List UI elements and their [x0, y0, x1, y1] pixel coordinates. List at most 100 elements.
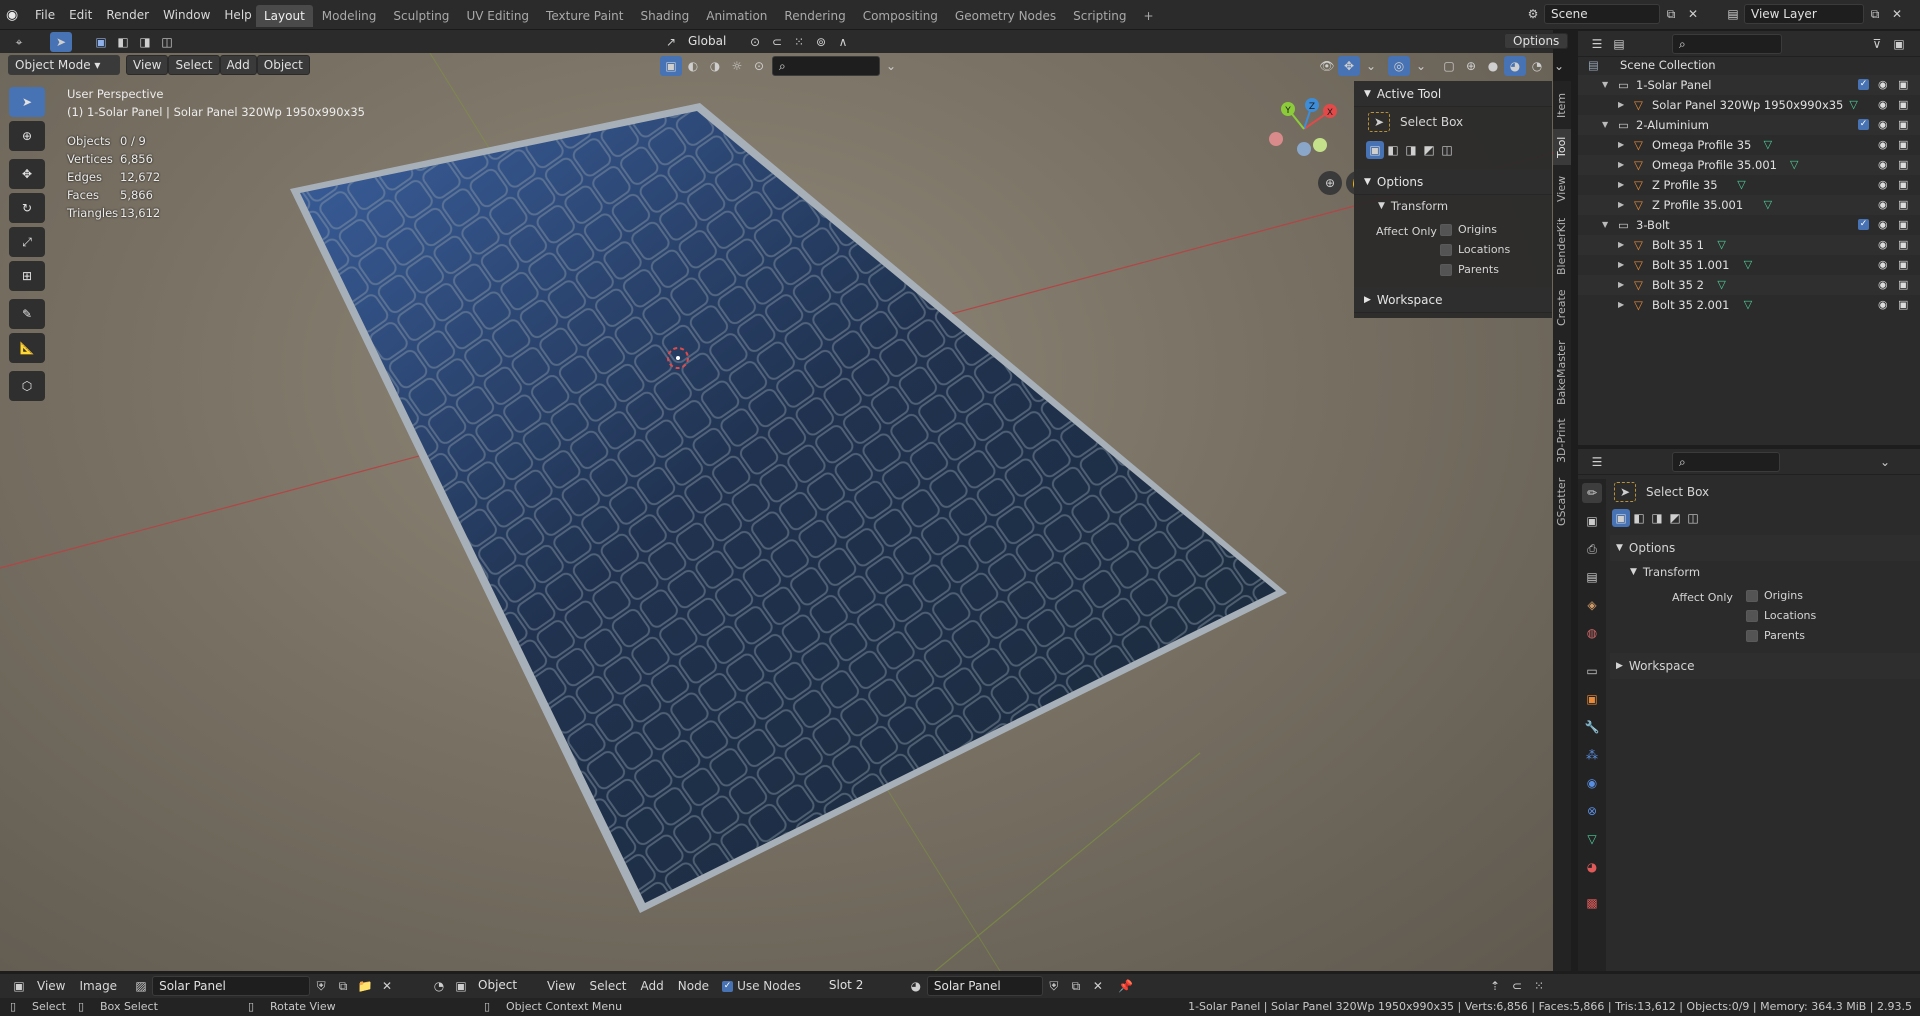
tab-gscatter[interactable]: GScatter	[1553, 473, 1571, 531]
mode-intersect-icon[interactable]: ◫	[1438, 140, 1456, 160]
outliner-object-row[interactable]: ▶ ▽ Z Profile 35.001 ▽ ◉ ▣	[1578, 195, 1920, 215]
select-box-icon[interactable]: ➤	[1368, 112, 1390, 132]
locations-checkbox[interactable]: Locations	[1440, 243, 1510, 256]
render-camera-icon[interactable]: ▣	[1898, 295, 1908, 315]
gizmo-dropdown-icon[interactable]: ⌄	[1360, 56, 1382, 76]
collection-tab-icon[interactable]: ▭	[1582, 661, 1602, 681]
scene-field[interactable]: Scene	[1544, 4, 1660, 24]
render-camera-icon[interactable]: ▣	[1898, 115, 1908, 135]
falloff-icon[interactable]: ∧	[832, 32, 854, 52]
prop-mode-intersect-icon[interactable]: ◫	[1684, 508, 1702, 528]
options-header[interactable]: ▼ Options	[1354, 169, 1552, 195]
object-tab-icon[interactable]: ▣	[1582, 689, 1602, 709]
menu-render[interactable]: Render	[99, 4, 156, 26]
image-unlink-icon[interactable]: ✕	[376, 976, 398, 996]
active-tool-header[interactable]: ▼ Active Tool	[1354, 81, 1552, 107]
transform-tool-icon[interactable]: ⊞	[9, 261, 45, 291]
tab-shading[interactable]: Shading	[632, 5, 697, 27]
prop-mode-extend-icon[interactable]: ◧	[1630, 508, 1648, 528]
visibility-eye-icon[interactable]: ◉	[1878, 235, 1888, 255]
orientation-dropdown[interactable]: Global	[682, 32, 744, 52]
outliner-collection-row[interactable]: ▼ ▭ 1-Solar Panel ✓ ◉ ▣	[1578, 75, 1920, 95]
options-button[interactable]: Options	[1504, 33, 1569, 49]
render-camera-icon[interactable]: ▣	[1898, 175, 1908, 195]
visibility-eye-icon[interactable]: ◉	[1878, 135, 1888, 155]
physics-tab-icon[interactable]: ◉	[1582, 773, 1602, 793]
outliner-object-row[interactable]: ▶ ▽ Bolt 35 1 ▽ ◉ ▣	[1578, 235, 1920, 255]
prop-locations-checkbox[interactable]: Locations	[1746, 609, 1816, 622]
menu-help[interactable]: Help	[217, 4, 258, 26]
visibility-eye-icon[interactable]: ◉	[1878, 195, 1888, 215]
select-mode-extend-icon[interactable]: ◧	[112, 32, 134, 52]
expand-arrow-icon[interactable]: ▶	[1618, 275, 1624, 295]
snap-node-dropdown-icon[interactable]: ⁙	[1528, 976, 1550, 996]
particles-tab-icon[interactable]: ⁂	[1582, 745, 1602, 765]
render-camera-icon[interactable]: ▣	[1898, 235, 1908, 255]
tab-rendering[interactable]: Rendering	[776, 5, 853, 27]
outliner-collection-row[interactable]: ▼ ▭ 2-Aluminium ✓ ◉ ▣	[1578, 115, 1920, 135]
properties-editor-icon[interactable]: ☰	[1586, 452, 1608, 472]
properties-search-input[interactable]: ⌕	[1672, 451, 1780, 472]
expand-arrow-icon[interactable]: ▶	[1618, 135, 1624, 155]
parent-node-tree-icon[interactable]: ⇡	[1484, 976, 1506, 996]
collapse-arrow-icon[interactable]: ▼	[1602, 215, 1608, 235]
outliner-object-row[interactable]: ▶ ▽ Bolt 35 1.001 ▽ ◉ ▣	[1578, 255, 1920, 275]
mode-dropdown[interactable]: Object Mode ▾	[8, 55, 120, 75]
prop-transform-subheader[interactable]: ▼ Transform	[1610, 561, 1920, 583]
visibility-eye-icon[interactable]: ◉	[1878, 95, 1888, 115]
expand-arrow-icon[interactable]: ▶	[1618, 235, 1624, 255]
mesh-data-icon[interactable]: ▽	[1744, 295, 1752, 315]
visibility-eye-icon[interactable]: ◉	[1878, 255, 1888, 275]
menu-edit[interactable]: Edit	[62, 4, 99, 26]
image-name-field[interactable]: Solar Panel Metalness.jpg.001	[152, 976, 311, 1011]
image-menu-image[interactable]: Image	[72, 975, 124, 997]
origins-checkbox[interactable]: Origins	[1440, 223, 1497, 236]
render-camera-icon[interactable]: ▣	[1898, 215, 1908, 235]
tab-create[interactable]: Create	[1553, 285, 1571, 331]
new-collection-icon[interactable]: ▣	[1888, 34, 1910, 54]
snap-node-icon[interactable]: ⊂	[1506, 976, 1528, 996]
add-workspace-icon[interactable]: +	[1136, 5, 1162, 27]
material-fake-user-icon[interactable]: ⛨	[1043, 976, 1065, 996]
menu-object[interactable]: Object	[256, 55, 310, 75]
visibility-eye-icon[interactable]: ◉	[1878, 75, 1888, 95]
remove-view-layer-icon[interactable]: ✕	[1886, 4, 1908, 24]
tab-3d-print[interactable]: 3D-Print	[1553, 415, 1571, 467]
outliner-object-row[interactable]: ▶ ▽ Solar Panel 320Wp 1950x990x35 ▽ ◉ ▣	[1578, 95, 1920, 115]
prop-select-box-icon[interactable]: ➤	[1614, 482, 1636, 502]
new-scene-icon[interactable]: ⧉	[1660, 4, 1682, 24]
expand-arrow-icon[interactable]: ▶	[1618, 255, 1624, 275]
select-mode-intersect-icon[interactable]: ◫	[156, 32, 178, 52]
shading-rendered-icon[interactable]: ◔	[1526, 56, 1548, 76]
shading-material-icon[interactable]: ◕	[1504, 56, 1526, 76]
expand-arrow-icon[interactable]: ▶	[1618, 95, 1624, 115]
expand-arrow-icon[interactable]: ▶	[1618, 295, 1624, 315]
mesh-data-icon[interactable]: ▽	[1737, 175, 1745, 195]
slot-dropdown[interactable]: Slot 2	[823, 976, 897, 996]
render-tab-icon[interactable]: ▣	[1582, 511, 1602, 531]
tab-modeling[interactable]: Modeling	[314, 5, 385, 27]
outliner-object-row[interactable]: ▶ ▽ Omega Profile 35 ▽ ◉ ▣	[1578, 135, 1920, 155]
shader-editor-icon[interactable]: ◔	[428, 976, 450, 996]
visibility-eye-icon[interactable]: ◉	[1878, 295, 1888, 315]
exclude-checkbox[interactable]: ✓	[1858, 119, 1869, 130]
tab-animation[interactable]: Animation	[698, 5, 775, 27]
outliner-object-row[interactable]: ▶ ▽ Bolt 35 2.001 ▽ ◉ ▣	[1578, 295, 1920, 315]
select-tool-icon[interactable]: ➤	[50, 32, 72, 52]
properties-options-icon[interactable]: ⌄	[1874, 452, 1896, 472]
proportional-edit-icon[interactable]: ⊚	[810, 32, 832, 52]
modifier-tab-icon[interactable]: 🔧	[1582, 717, 1602, 737]
menu-file[interactable]: File	[28, 4, 62, 26]
visibility-eye-icon[interactable]: ◉	[1878, 175, 1888, 195]
snap-icon[interactable]: ⊂	[766, 32, 788, 52]
measure-tool-icon[interactable]: 📐	[9, 333, 45, 363]
tab-layout[interactable]: Layout	[256, 5, 313, 27]
mesh-data-icon[interactable]: ▽	[1717, 235, 1725, 255]
tab-item[interactable]: Item	[1553, 87, 1571, 123]
tab-uv-editing[interactable]: UV Editing	[458, 5, 537, 27]
prop-mode-new-icon[interactable]: ▣	[1612, 509, 1630, 527]
image-new-icon[interactable]: ⧉	[332, 976, 354, 996]
scene-icon[interactable]: ⚙	[1522, 4, 1544, 24]
mesh-data-icon[interactable]: ▽	[1744, 255, 1752, 275]
node-menu-select[interactable]: Select	[582, 975, 633, 997]
